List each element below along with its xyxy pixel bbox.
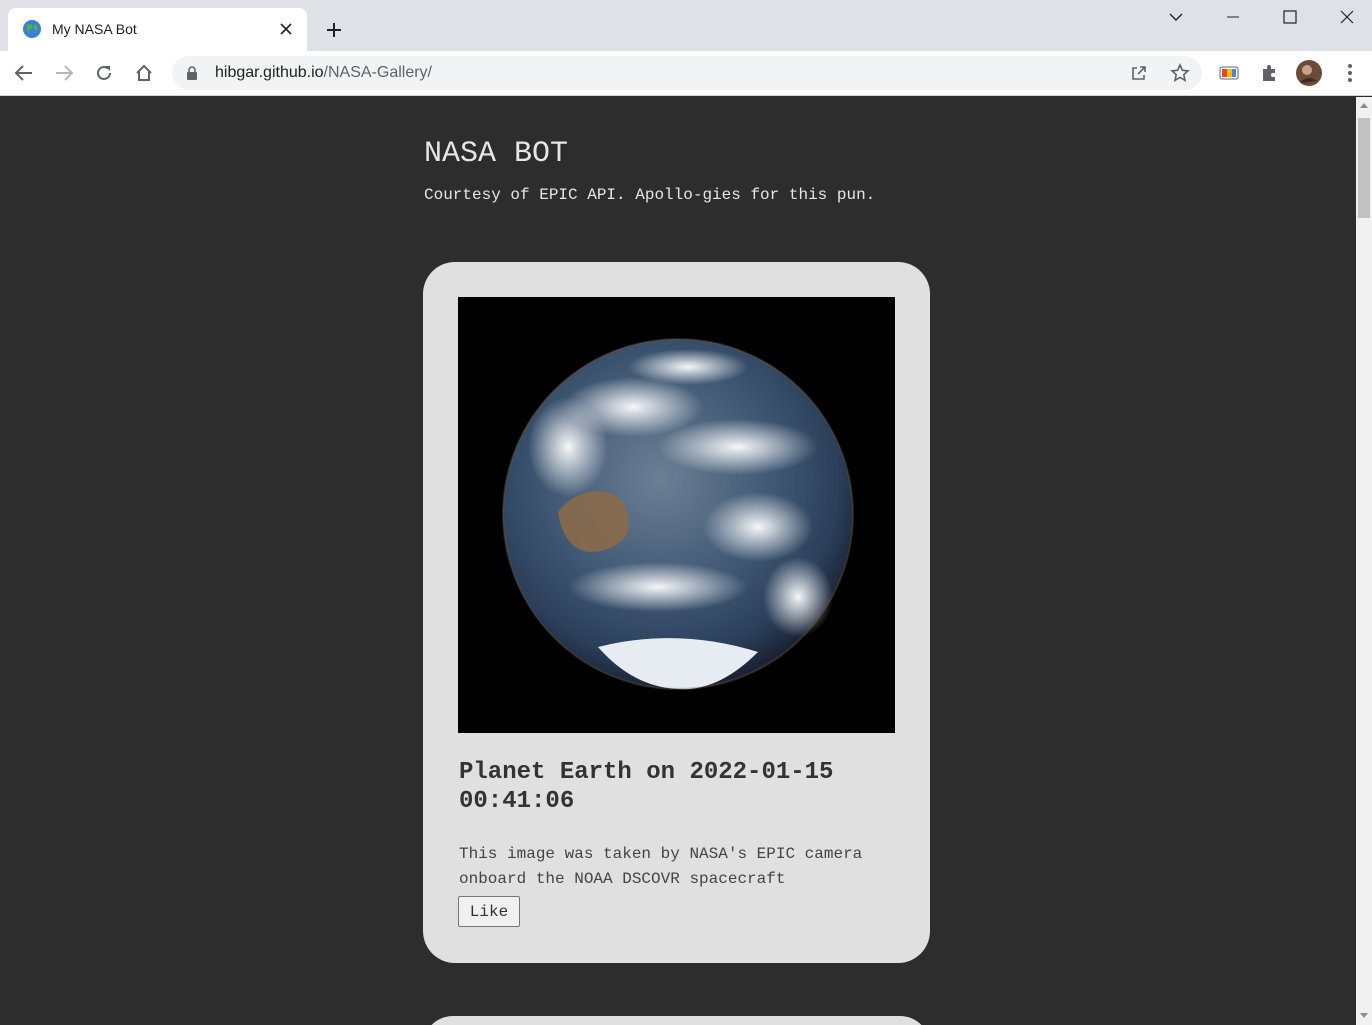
tab-search-icon[interactable] — [1147, 0, 1205, 34]
page-viewport: NASA BOT Courtesy of EPIC API. Apollo-gi… — [0, 97, 1356, 1025]
scrollbar[interactable] — [1356, 97, 1372, 1025]
scroll-thumb[interactable] — [1358, 118, 1370, 218]
browser-toolbar: hibgar.github.io/NASA-Gallery/ — [0, 51, 1372, 96]
new-tab-icon[interactable] — [320, 16, 348, 44]
page-subtitle: Courtesy of EPIC API. Apollo-gies for th… — [424, 186, 876, 204]
share-icon[interactable] — [1127, 61, 1151, 85]
url-host: hibgar.github.io — [215, 64, 324, 81]
scroll-down-arrow-icon[interactable] — [1360, 1013, 1368, 1018]
gallery-card — [423, 1016, 930, 1025]
url-path: /NASA-Gallery/ — [323, 64, 432, 81]
page-title: NASA BOT — [424, 137, 569, 171]
menu-kebab-icon[interactable] — [1334, 57, 1366, 89]
card-description: This image was taken by NASA's EPIC came… — [459, 845, 863, 888]
earth-image — [458, 297, 895, 733]
back-icon[interactable] — [8, 57, 40, 89]
maximize-icon[interactable] — [1261, 0, 1319, 34]
profile-avatar[interactable] — [1293, 57, 1325, 89]
tab-close-icon[interactable] — [277, 20, 295, 38]
url-text: hibgar.github.io/NASA-Gallery/ — [215, 64, 432, 82]
browser-tab[interactable]: My NASA Bot — [8, 8, 307, 51]
scroll-up-arrow-icon[interactable] — [1360, 103, 1368, 108]
home-icon[interactable] — [128, 57, 160, 89]
tab-strip: My NASA Bot — [0, 0, 1372, 51]
bookmark-star-icon[interactable] — [1168, 61, 1192, 85]
lock-icon — [187, 66, 197, 80]
gallery-card: Planet Earth on 2022-01-15 00:41:06 This… — [423, 262, 930, 963]
reload-icon[interactable] — [88, 57, 120, 89]
extension-color-icon[interactable] — [1213, 57, 1245, 89]
address-bar[interactable]: hibgar.github.io/NASA-Gallery/ — [172, 56, 1202, 90]
globe-favicon-icon — [23, 20, 41, 38]
card-title: Planet Earth on 2022-01-15 00:41:06 — [459, 759, 834, 815]
tab-title: My NASA Bot — [52, 21, 137, 37]
like-button[interactable]: Like — [458, 896, 520, 927]
extensions-puzzle-icon[interactable] — [1253, 57, 1285, 89]
forward-icon[interactable] — [48, 57, 80, 89]
close-window-icon[interactable] — [1318, 0, 1372, 34]
minimize-icon[interactable] — [1204, 0, 1262, 34]
